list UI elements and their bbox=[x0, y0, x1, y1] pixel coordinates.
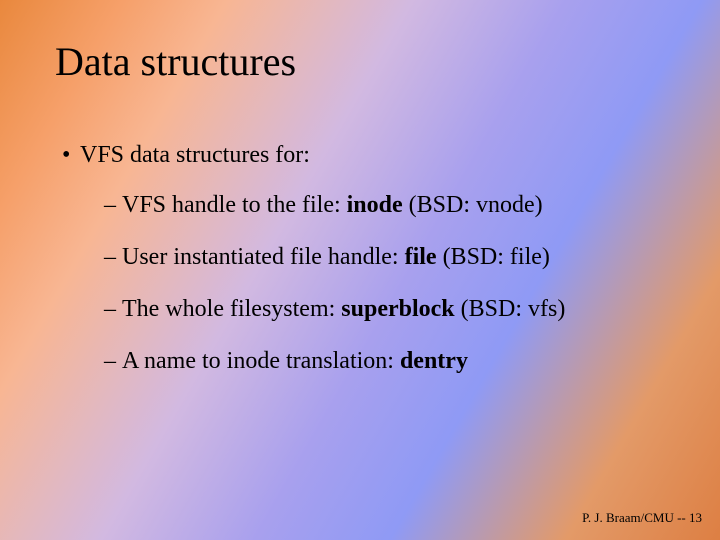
sub-bold: dentry bbox=[400, 348, 468, 374]
sub-pre: User instantiated file handle: bbox=[122, 244, 405, 270]
sub-pre: VFS handle to the file: bbox=[122, 192, 347, 218]
sub-post: (BSD: file) bbox=[437, 244, 550, 270]
sub-bold: inode bbox=[347, 192, 403, 218]
dash-marker: – bbox=[104, 190, 122, 220]
slide-footer: P. J. Braam/CMU -- 13 bbox=[582, 510, 702, 526]
bullet-level2: –VFS handle to the file: inode (BSD: vno… bbox=[104, 190, 680, 220]
slide-content: •VFS data structures for: –VFS handle to… bbox=[62, 140, 680, 398]
bullet-level2: –The whole filesystem: superblock (BSD: … bbox=[104, 294, 680, 324]
bullet-text: VFS data structures for: bbox=[80, 142, 310, 168]
sub-pre: The whole filesystem: bbox=[122, 296, 341, 322]
bullet-level2: –User instantiated file handle: file (BS… bbox=[104, 242, 680, 272]
slide-title: Data structures bbox=[55, 38, 296, 85]
sub-post: (BSD: vfs) bbox=[455, 296, 566, 322]
sub-bold: file bbox=[405, 244, 437, 270]
sub-pre: A name to inode translation: bbox=[122, 348, 400, 374]
dash-marker: – bbox=[104, 346, 122, 376]
dash-marker: – bbox=[104, 294, 122, 324]
bullet-marker: • bbox=[62, 140, 80, 170]
sub-bold: superblock bbox=[341, 296, 454, 322]
bullet-level2: –A name to inode translation: dentry bbox=[104, 346, 680, 376]
dash-marker: – bbox=[104, 242, 122, 272]
slide: Data structures •VFS data structures for… bbox=[0, 0, 720, 540]
sub-post: (BSD: vnode) bbox=[403, 192, 543, 218]
bullet-level1: •VFS data structures for: bbox=[62, 140, 680, 170]
